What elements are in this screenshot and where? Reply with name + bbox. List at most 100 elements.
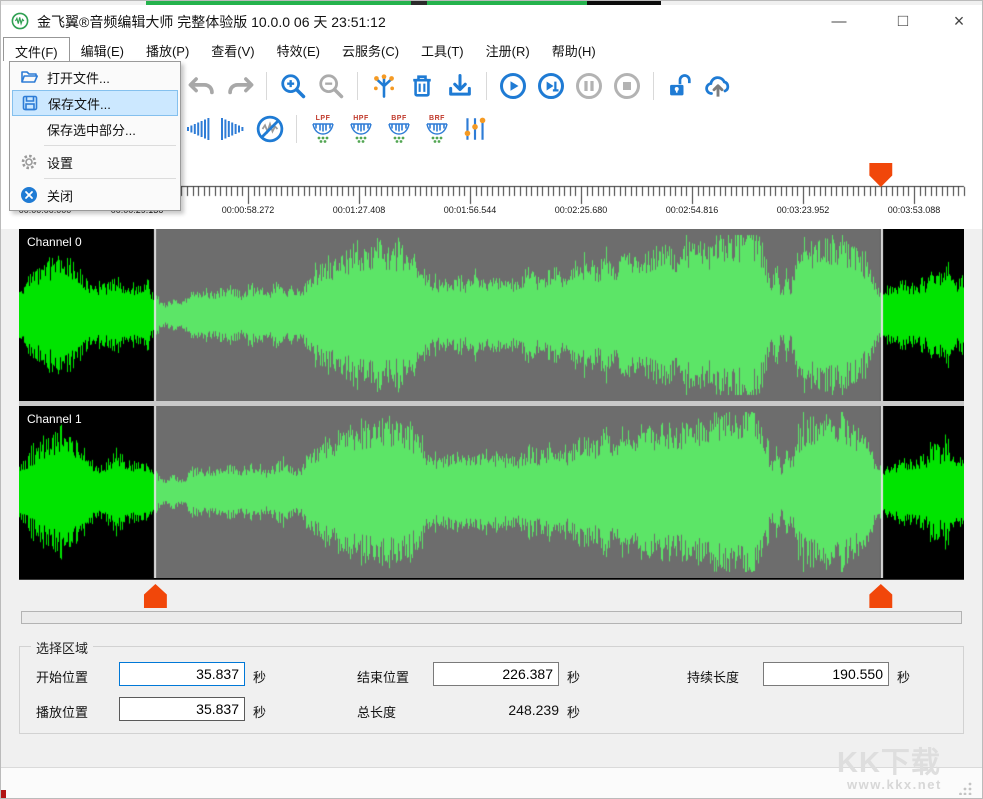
brf-label: BRF [429,115,445,122]
ruler-label: 00:01:27.408 [317,205,401,215]
ruler-label: 00:02:25.680 [539,205,623,215]
file-menu-item-label: 打开文件... [42,68,110,87]
lpf-filter-icon[interactable]: LPF [306,110,340,148]
waveform-display[interactable]: Channel 0 Channel 1 [19,229,964,580]
title-bar: 金飞翼®音频编辑大师 完整体验版 10.0.0 06 天 23:51:12 — … [1,5,983,37]
menubar-item-1[interactable]: 编辑(E) [70,37,135,61]
duration-input[interactable] [763,662,889,686]
duration-unit-label: 秒 [897,667,910,686]
play-selection-icon[interactable] [534,69,568,103]
waveform-channel-0[interactable] [19,229,964,401]
menubar-item-2[interactable]: 播放(P) [135,37,200,61]
ruler-label: 00:02:54.816 [650,205,734,215]
bpf-filter-icon[interactable]: BPF [382,110,416,148]
lpf-label: LPF [316,115,331,122]
end-position-label: 结束位置 [357,667,409,686]
horizontal-scrollbar[interactable] [21,611,962,624]
undo-icon[interactable] [185,69,219,103]
file-menu-item-close[interactable]: 关闭 [12,182,178,208]
menubar-item-7[interactable]: 注册(R) [475,37,541,61]
app-logo-icon [11,12,29,30]
save-icon [17,94,43,112]
toolbar-separator [653,72,654,100]
duration-label: 持续长度 [687,667,739,686]
file-menu-item-settings[interactable]: 设置 [12,149,178,175]
trash-icon[interactable] [405,69,439,103]
split-mix-icon[interactable] [367,69,401,103]
watermark-title: KK下载 [837,739,941,781]
stop-icon[interactable] [610,69,644,103]
start-position-input[interactable] [119,662,245,686]
start-position-label: 开始位置 [36,667,88,686]
toolbar-separator [486,72,487,100]
save-down-icon[interactable] [443,69,477,103]
hpf-label: HPF [353,115,369,122]
menubar-item-0[interactable]: 文件(F) [3,37,70,61]
selection-groupbox-legend: 选择区域 [31,638,93,657]
file-menu-item-save-file[interactable]: 保存文件... [12,90,178,116]
channel-1-label: Channel 1 [27,412,82,426]
file-menu-item-save-selection[interactable]: 保存选中部分... [12,116,178,142]
end-unit-label: 秒 [567,667,580,686]
menubar-item-3[interactable]: 查看(V) [200,37,265,61]
play-unit-label: 秒 [253,702,266,721]
minimize-button[interactable]: — [817,7,861,35]
channel-0-label: Channel 0 [27,235,82,249]
toolbar-separator [296,115,297,143]
play-position-input[interactable] [119,697,245,721]
menubar-item-6[interactable]: 工具(T) [410,37,475,61]
waveform-channel-1[interactable] [19,406,964,578]
resize-grip[interactable] [959,781,973,795]
file-menu-item-label: 设置 [42,153,73,172]
file-menu-item-label: 保存选中部分... [42,120,136,139]
sliders-icon[interactable] [458,112,492,146]
fade-out-icon[interactable] [219,112,249,146]
window-title: 金飞翼®音频编辑大师 完整体验版 10.0.0 06 天 23:51:12 [37,12,386,32]
menu-separator [44,178,176,179]
cloud-upload-icon[interactable] [701,69,735,103]
brf-filter-icon[interactable]: BRF [420,110,454,148]
watermark-url: www.kkx.net [847,777,942,792]
zoom-in-icon[interactable] [276,69,310,103]
total-length-label: 总长度 [357,702,396,721]
lock-icon[interactable] [663,69,697,103]
app-window: 金飞翼®音频编辑大师 完整体验版 10.0.0 06 天 23:51:12 — … [0,0,983,799]
pause-icon[interactable] [572,69,606,103]
end-position-input[interactable] [433,662,559,686]
folder-open-icon [16,68,42,86]
ruler-label: 00:00:58.272 [206,205,290,215]
menubar-item-4[interactable]: 特效(E) [266,37,331,61]
total-length-value: 248.239 [433,702,559,718]
file-dropdown-menu: 打开文件... 保存文件... 保存选中部分... 设置关闭 [9,61,181,211]
file-menu-item-open-file[interactable]: 打开文件... [12,64,178,90]
play-icon[interactable] [496,69,530,103]
maximize-button[interactable]: □ [881,7,925,35]
menubar-item-8[interactable]: 帮助(H) [541,37,607,61]
close-circle-icon [16,186,42,204]
selection-end-handle[interactable] [868,584,894,608]
zoom-out-icon[interactable] [314,69,348,103]
corner-mark [1,790,6,799]
hpf-filter-icon[interactable]: HPF [344,110,378,148]
play-position-label: 播放位置 [36,702,88,721]
menubar-item-5[interactable]: 云服务(C) [331,37,410,61]
denoise-icon[interactable] [253,112,287,146]
ruler-label: 00:03:53.088 [872,205,956,215]
menu-bar: 文件(F)编辑(E)播放(P)查看(V)特效(E)云服务(C)工具(T)注册(R… [1,37,983,61]
status-area [1,768,983,799]
file-menu-item-label: 关闭 [42,186,73,205]
gear-icon [16,153,42,171]
close-button[interactable]: × [937,7,981,35]
redo-icon[interactable] [223,69,257,103]
toolbar-separator [266,72,267,100]
selection-start-handle[interactable] [142,584,168,608]
menu-separator [44,145,176,146]
ruler-label: 00:01:56.544 [428,205,512,215]
total-unit-label: 秒 [567,702,580,721]
bpf-label: BPF [391,115,407,122]
toolbar-separator [357,72,358,100]
fade-in-icon[interactable] [185,112,215,146]
start-unit-label: 秒 [253,667,266,686]
file-menu-item-label: 保存文件... [43,94,111,113]
ruler-label: 00:03:23.952 [761,205,845,215]
